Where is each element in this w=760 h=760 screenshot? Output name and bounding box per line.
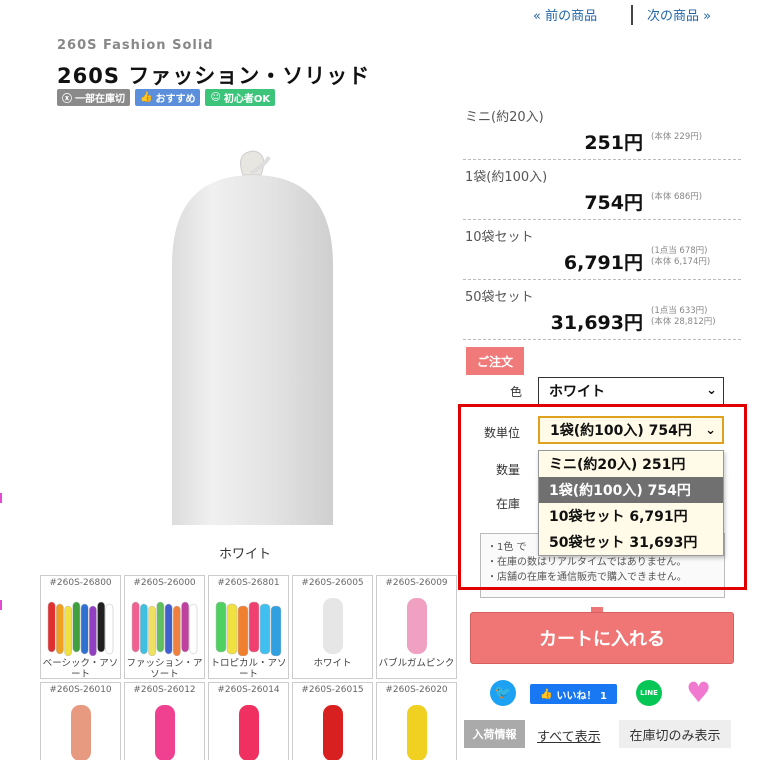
price-label: ミニ(約20入) [465, 110, 544, 125]
badge-recommended: 👍 おすすめ [135, 89, 201, 106]
product-thumbnail[interactable]: #260S-26010 [40, 682, 121, 760]
price-row: 50袋セット 31,693円 (1点当 633円) (本体 28,812円) [463, 280, 741, 340]
product-thumbnail[interactable]: #260S-26800 ベーシック・アソート [40, 575, 121, 679]
thumbnail-name: バブルガムピンク [378, 658, 455, 669]
product-thumbnail[interactable]: #260S-26014 [208, 682, 289, 760]
badge-list: ⓧ 一部在庫切 👍 おすすめ ☺ 初心者OK [57, 89, 276, 106]
smile-icon: ☺ [210, 92, 221, 103]
product-nav: « 前の商品 次の商品 » [533, 5, 738, 25]
price-label: 50袋セット [465, 290, 534, 305]
thumbnail-name: トロピカル・アソート [210, 658, 287, 679]
price-row: ミニ(約20入) 251円 (本体 229円) [463, 100, 741, 160]
product-image[interactable] [165, 145, 340, 530]
price-note: (1点当 633円) (本体 28,812円) [651, 306, 716, 327]
thumbnail-image [215, 601, 282, 656]
thumbs-up-icon: 👍 [140, 92, 153, 103]
thumbnail-image [131, 601, 198, 656]
stock-tabs: 入荷情報 すべて表示 在庫切のみ表示 [464, 720, 734, 750]
price-value: 754円 [584, 192, 643, 214]
product-thumbnail[interactable]: #260S-26015 [292, 682, 373, 760]
badge-partial-out-of-stock: ⓧ 一部在庫切 [57, 89, 130, 106]
thumbnail-image [71, 705, 91, 760]
product-title: 260S ファッション・ソリッド [57, 64, 371, 88]
thumbnail-image [323, 705, 343, 760]
image-caption: ホワイト [219, 547, 272, 562]
thumbnail-code: #260S-26801 [217, 578, 280, 588]
tab-out-of-stock-only[interactable]: 在庫切のみ表示 [619, 720, 731, 748]
sidebar-marker [0, 493, 2, 503]
stock-info-label: 入荷情報 [464, 720, 525, 748]
tab-show-all[interactable]: すべて表示 [537, 726, 601, 745]
thumbnail-code: #260S-26009 [385, 578, 448, 588]
circle-x-icon: ⓧ [62, 94, 72, 105]
line-icon[interactable]: LINE [636, 680, 662, 706]
add-to-cart-button[interactable]: カートに入れる [470, 612, 734, 664]
price-value: 31,693円 [550, 312, 643, 334]
product-thumbnail[interactable]: #260S-26005 ホワイト [292, 575, 373, 679]
thumbnail-image [155, 705, 175, 760]
thumbnail-image [47, 601, 114, 656]
chevron-down-icon: ⌄ [706, 383, 717, 398]
thumbnail-image [407, 598, 427, 654]
order-section-tag: ご注文 [466, 347, 524, 375]
thumbnail-code: #260S-26020 [385, 685, 448, 695]
price-value: 6,791円 [563, 252, 643, 274]
highlight-box [458, 404, 747, 590]
thumbnail-image [323, 598, 343, 654]
thumbnail-code: #260S-26014 [217, 685, 280, 695]
heart-icon[interactable]: ♥ [686, 679, 716, 707]
price-row: 10袋セット 6,791円 (1点当 678円) (本体 6,174円) [463, 220, 741, 280]
product-subtitle: 260S Fashion Solid [57, 38, 214, 53]
price-label: 1袋(約100入) [465, 170, 548, 185]
thumbs-up-icon: 👍 [540, 688, 553, 700]
sidebar-marker [0, 600, 2, 610]
prev-product-link[interactable]: « 前の商品 [533, 5, 597, 24]
price-row: 1袋(約100入) 754円 (本体 686円) [463, 160, 741, 220]
thumbnail-code: #260S-26015 [301, 685, 364, 695]
thumbnail-code: #260S-26005 [301, 578, 364, 588]
price-note: (本体 686円) [651, 192, 703, 202]
product-thumbnail[interactable]: #260S-26020 [376, 682, 457, 760]
thumbnail-name: ファッション・アソート [126, 658, 203, 679]
nav-divider [631, 5, 633, 25]
price-value: 251円 [584, 132, 643, 154]
thumbnail-name: ベーシック・アソート [42, 658, 119, 679]
twitter-icon[interactable]: 🐦 [490, 680, 516, 706]
product-thumbnail[interactable]: #260S-26009 バブルガムピンク [376, 575, 457, 679]
color-label: 色 [510, 385, 523, 399]
facebook-like-button[interactable]: 👍 いいね！ 1 [530, 684, 617, 704]
product-thumbnail[interactable]: #260S-26012 [124, 682, 205, 760]
next-product-link[interactable]: 次の商品 » [647, 5, 711, 24]
price-note: (本体 229円) [651, 132, 703, 142]
product-thumbnail[interactable]: #260S-26000 ファッション・アソート [124, 575, 205, 679]
thumbnail-image [239, 705, 259, 760]
price-label: 10袋セット [465, 230, 534, 245]
thumbnail-code: #260S-26010 [49, 685, 112, 695]
color-select[interactable]: ホワイト ⌄ [538, 377, 724, 405]
thumbnail-code: #260S-26800 [49, 578, 112, 588]
thumbnail-image [407, 705, 427, 760]
thumbnail-code: #260S-26012 [133, 685, 196, 695]
badge-beginner-ok: ☺ 初心者OK [205, 89, 276, 106]
product-thumbnail[interactable]: #260S-26801 トロピカル・アソート [208, 575, 289, 679]
thumbnail-code: #260S-26000 [133, 578, 196, 588]
price-note: (1点当 678円) (本体 6,174円) [651, 246, 711, 267]
thumbnail-name: ホワイト [313, 658, 352, 669]
